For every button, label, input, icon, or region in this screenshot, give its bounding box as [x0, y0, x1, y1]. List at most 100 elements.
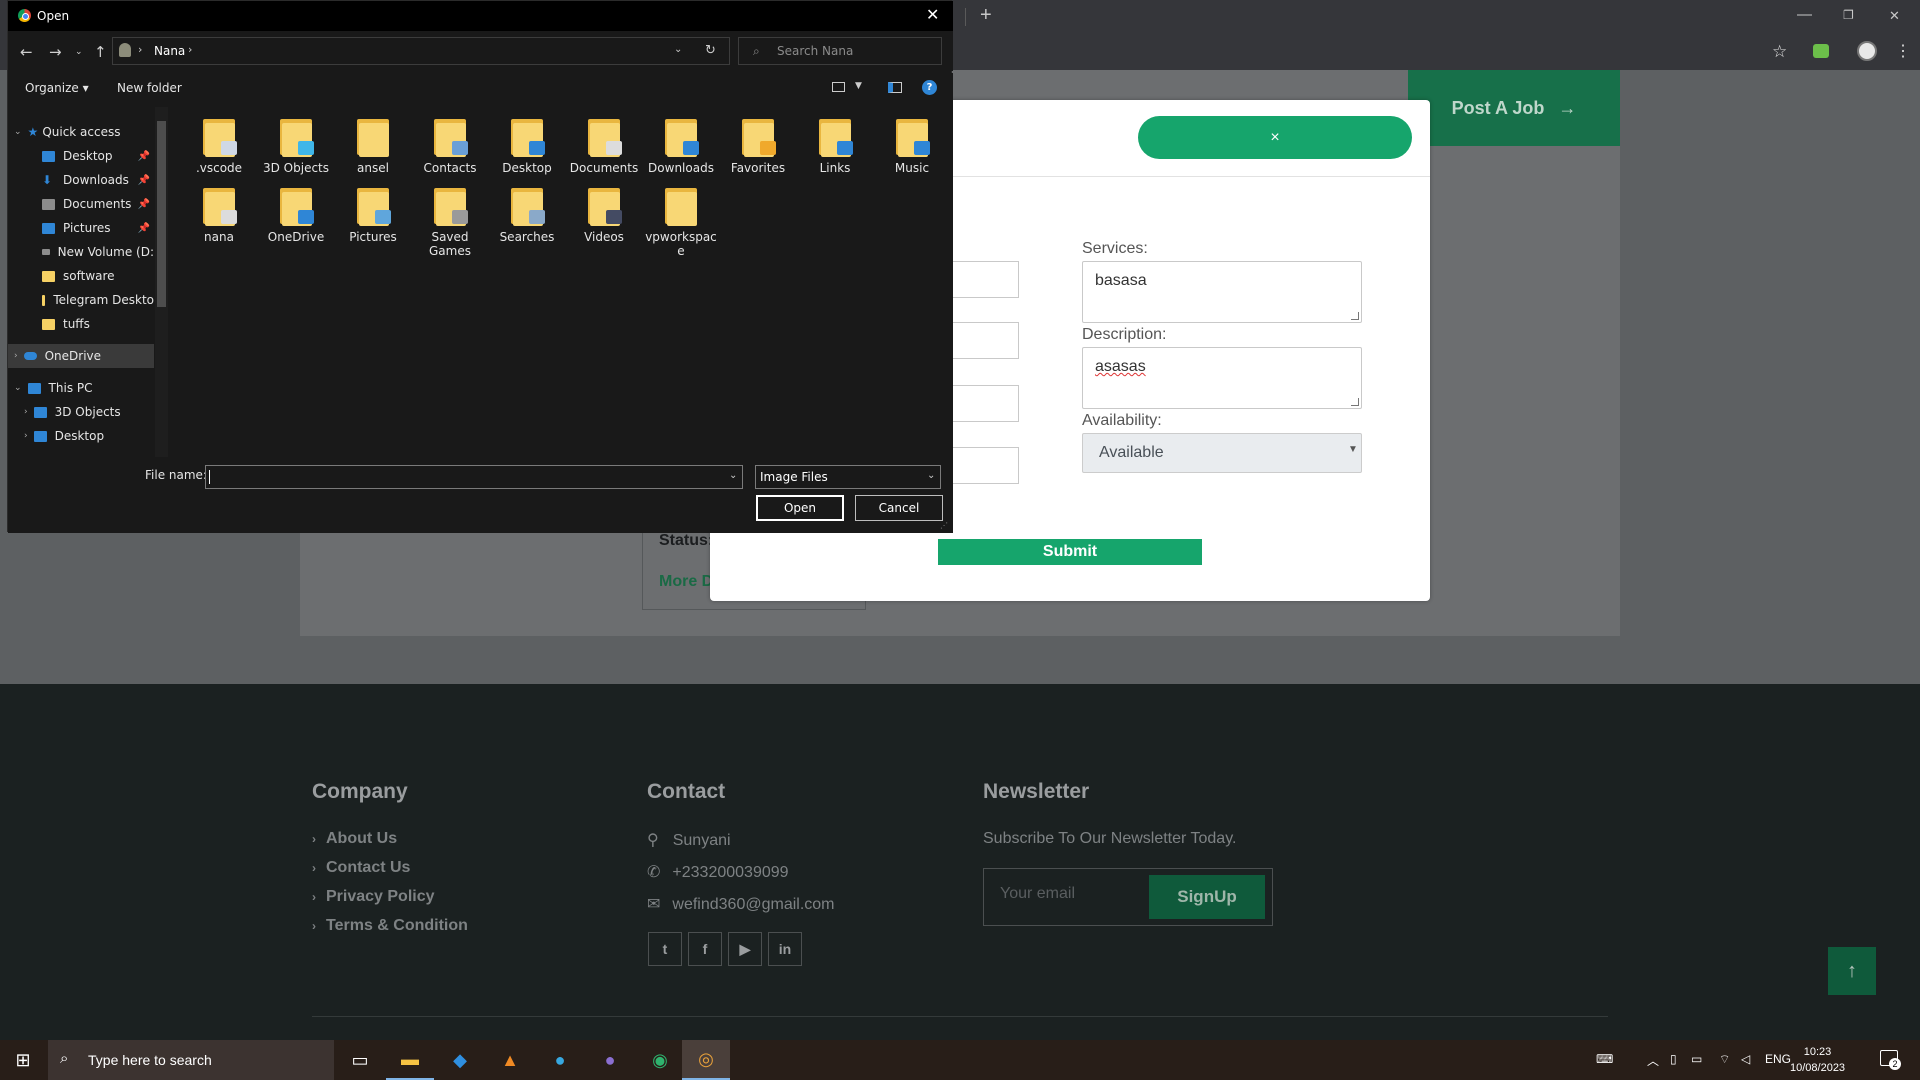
new-tab-button[interactable]: +: [980, 4, 992, 27]
nav-desktop-pc[interactable]: › Desktop: [8, 424, 154, 448]
history-dropdown-icon[interactable]: ⌄: [674, 44, 682, 55]
footer-link-privacy[interactable]: › Privacy Policy: [312, 888, 435, 906]
chevron-down-icon[interactable]: ⌄: [729, 470, 737, 481]
modal-close-button[interactable]: ×: [1138, 116, 1412, 159]
nav-downloads[interactable]: ⬇ Downloads 📌: [8, 168, 154, 192]
extension-icon[interactable]: [1813, 44, 1829, 58]
windows-start-icon[interactable]: ⊞: [0, 1040, 46, 1080]
nav-3d-objects[interactable]: › 3D Objects: [8, 400, 154, 424]
volume-icon[interactable]: ◁: [1741, 1052, 1750, 1066]
file-item[interactable]: ansel: [336, 117, 410, 175]
file-item[interactable]: nana: [182, 186, 256, 258]
file-item[interactable]: Favorites: [721, 117, 795, 175]
battery-icon[interactable]: ▭: [1691, 1052, 1702, 1066]
address-bar[interactable]: [112, 37, 730, 65]
language-indicator[interactable]: ENG: [1765, 1052, 1791, 1066]
window-close-button[interactable]: ✕: [1889, 8, 1900, 24]
submit-button[interactable]: Submit: [938, 539, 1202, 565]
file-item[interactable]: Links: [798, 117, 872, 175]
restore-button[interactable]: ❐: [1843, 8, 1854, 22]
availability-select[interactable]: Available: [1082, 433, 1362, 473]
up-arrow-icon[interactable]: ↑: [94, 43, 107, 61]
footer-link-contact[interactable]: › Contact Us: [312, 859, 410, 877]
refresh-icon[interactable]: ↻: [705, 43, 716, 58]
signup-button[interactable]: SignUp: [1149, 875, 1265, 919]
file-item[interactable]: Downloads: [644, 117, 718, 175]
wifi-icon[interactable]: ⌔: [1719, 1052, 1730, 1067]
vlc-icon[interactable]: ▲: [486, 1040, 534, 1080]
newsletter-email-input[interactable]: Your email: [1000, 885, 1075, 903]
nav-scrollbar-thumb[interactable]: [157, 121, 166, 307]
recent-locations-icon[interactable]: ⌄: [75, 47, 83, 57]
post-job-button[interactable]: Post A Job →: [1408, 70, 1620, 146]
back-to-top-button[interactable]: ↑: [1828, 947, 1876, 995]
form-input-1[interactable]: [950, 261, 1019, 298]
file-item[interactable]: Desktop: [490, 117, 564, 175]
file-item[interactable]: Contacts: [413, 117, 487, 175]
file-name-input[interactable]: [205, 465, 743, 489]
nav-pictures[interactable]: Pictures 📌: [8, 216, 154, 240]
profile-avatar[interactable]: [1857, 41, 1877, 61]
preview-pane-icon[interactable]: [888, 82, 902, 93]
menu-icon[interactable]: ⋮: [1895, 41, 1911, 61]
tray-expand-icon[interactable]: ︿: [1647, 1052, 1659, 1069]
minimize-button[interactable]: —: [1797, 6, 1812, 23]
taskbar-clock[interactable]: 10:23 10/08/2023: [1790, 1044, 1845, 1076]
edge-icon[interactable]: ◉: [636, 1040, 684, 1080]
file-item[interactable]: vpworkspace: [644, 186, 718, 258]
form-input-2[interactable]: [950, 322, 1019, 359]
form-input-4[interactable]: [950, 447, 1019, 484]
star-icon[interactable]: ☆: [1772, 42, 1787, 62]
nav-documents[interactable]: Documents 📌: [8, 192, 154, 216]
nav-software[interactable]: software: [8, 264, 154, 288]
nav-tuffs[interactable]: tuffs: [8, 312, 154, 336]
file-type-select[interactable]: Image Files: [755, 465, 941, 489]
dialog-close-button[interactable]: ✕: [926, 5, 939, 24]
organize-button[interactable]: Organize ▾: [25, 81, 89, 95]
view-dropdown-icon[interactable]: ▼: [855, 81, 862, 91]
file-item[interactable]: Documents: [567, 117, 641, 175]
file-item[interactable]: .vscode: [182, 117, 256, 175]
nav-quick-access[interactable]: ⌄ ★ Quick access: [8, 120, 154, 144]
breadcrumb-nana[interactable]: Nana: [154, 44, 185, 58]
youtube-icon[interactable]: ▶: [728, 932, 762, 966]
file-item[interactable]: OneDrive: [259, 186, 333, 258]
keyboard-icon[interactable]: ⌨: [1596, 1052, 1613, 1066]
nav-new-volume[interactable]: New Volume (D:: [8, 240, 154, 264]
help-icon[interactable]: ?: [922, 80, 937, 95]
description-textarea[interactable]: asasas: [1082, 347, 1362, 409]
open-button[interactable]: Open: [756, 495, 844, 521]
view-options-icon[interactable]: [832, 82, 845, 92]
footer-link-about[interactable]: › About Us: [312, 830, 397, 848]
file-item[interactable]: Videos: [567, 186, 641, 258]
taskbar-search[interactable]: Type here to search: [48, 1040, 334, 1080]
cancel-button[interactable]: Cancel: [855, 495, 943, 521]
resize-grip-icon[interactable]: ⋰: [940, 521, 948, 530]
nav-desktop[interactable]: Desktop 📌: [8, 144, 154, 168]
services-textarea[interactable]: basasa: [1082, 261, 1362, 323]
nav-this-pc[interactable]: ⌄ This PC: [8, 376, 154, 400]
footer-link-terms[interactable]: › Terms & Condition: [312, 917, 468, 935]
github-desktop-icon[interactable]: ●: [586, 1040, 634, 1080]
chrome-icon[interactable]: ◎: [682, 1040, 730, 1080]
twitter-icon[interactable]: t: [648, 932, 682, 966]
file-item[interactable]: Saved Games: [413, 186, 487, 258]
facebook-icon[interactable]: f: [688, 932, 722, 966]
file-item[interactable]: Music: [875, 117, 949, 175]
nav-onedrive[interactable]: › OneDrive: [8, 344, 154, 368]
vscode-icon[interactable]: ◆: [436, 1040, 484, 1080]
file-item[interactable]: Pictures: [336, 186, 410, 258]
more-details-link[interactable]: More D: [659, 573, 713, 591]
file-explorer-icon[interactable]: ▬: [386, 1040, 434, 1080]
task-view-icon[interactable]: ▭: [336, 1040, 384, 1080]
linkedin-icon[interactable]: in: [768, 932, 802, 966]
nav-telegram[interactable]: Telegram Deskto: [8, 288, 154, 312]
forward-arrow-icon[interactable]: →: [49, 43, 62, 61]
back-arrow-icon[interactable]: ←: [20, 43, 33, 61]
file-item[interactable]: Searches: [490, 186, 564, 258]
file-item[interactable]: 3D Objects: [259, 117, 333, 175]
device-icon[interactable]: ▯: [1670, 1052, 1677, 1066]
telegram-icon[interactable]: ●: [536, 1040, 584, 1080]
new-folder-button[interactable]: New folder: [117, 81, 182, 95]
form-input-3[interactable]: [950, 385, 1019, 422]
